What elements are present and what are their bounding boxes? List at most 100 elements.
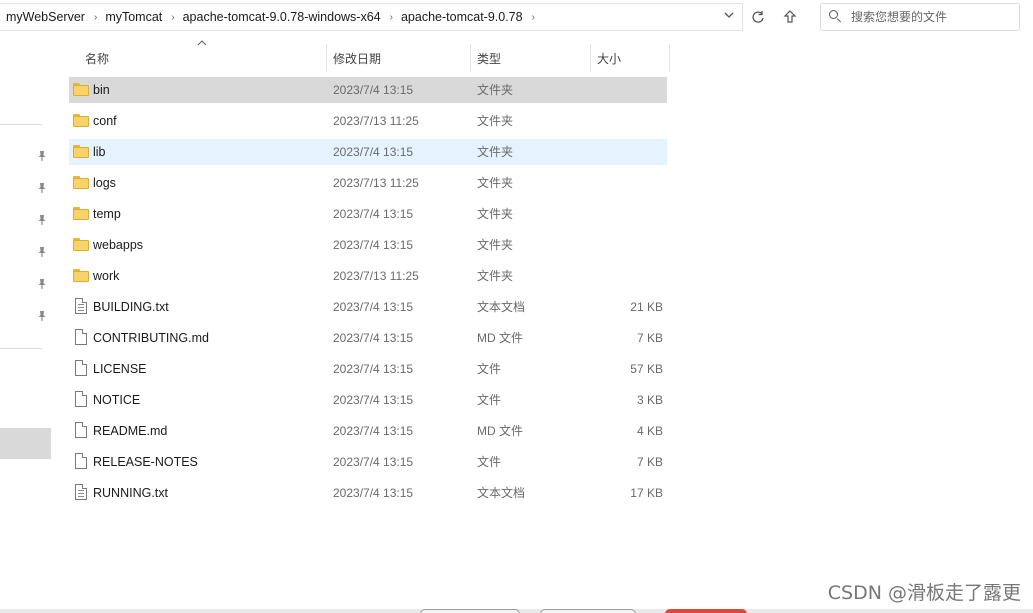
file-name: README.md	[93, 424, 168, 438]
up-arrow-icon[interactable]	[779, 6, 801, 28]
column-divider[interactable]	[590, 44, 591, 72]
file-icon	[75, 422, 87, 438]
file-type: 文件夹	[477, 207, 514, 221]
column-header-date[interactable]: 修改日期	[333, 44, 469, 72]
file-modified-date: 2023/7/4 13:15	[333, 486, 414, 500]
breadcrumb-separator[interactable]: ›	[85, 12, 105, 23]
column-header-type[interactable]: 类型	[477, 44, 589, 72]
watermark: CSDN @滑板走了露更	[827, 582, 1021, 604]
file-row[interactable]: README.md 2023/7/4 13:15 MD 文件 4 KB	[69, 418, 667, 444]
nav-divider	[0, 124, 42, 125]
breadcrumb-mywebserver[interactable]: myWebServer	[0, 4, 85, 30]
file-row[interactable]: conf 2023/7/13 11:25 文件夹	[69, 108, 667, 134]
folder-icon	[73, 83, 89, 96]
taskbar-item[interactable]	[420, 609, 520, 613]
chevron-down-icon[interactable]	[722, 10, 736, 24]
pin-icon[interactable]	[36, 150, 48, 162]
column-header-label: 类型	[477, 51, 502, 66]
file-modified-date: 2023/7/13 11:25	[333, 114, 419, 128]
breadcrumb-apache-tomcat[interactable]: apache-tomcat-9.0.78	[401, 4, 523, 30]
folder-icon	[73, 269, 89, 282]
taskbar-item[interactable]	[540, 609, 636, 613]
nav-divider	[0, 348, 42, 349]
breadcrumb-apache-tomcat-windows[interactable]: apache-tomcat-9.0.78-windows-x64	[183, 4, 381, 30]
column-divider[interactable]	[470, 44, 471, 72]
file-size: 17 KB	[630, 486, 663, 500]
file-size: 3 KB	[636, 393, 663, 407]
column-header-size[interactable]: 大小	[597, 44, 667, 72]
pin-icon[interactable]	[36, 246, 48, 258]
file-icon	[75, 360, 87, 376]
file-name: bin	[93, 83, 110, 97]
file-icon	[75, 391, 87, 407]
file-type: 文件夹	[477, 238, 514, 252]
file-row[interactable]: NOTICE 2023/7/4 13:15 文件 3 KB	[69, 387, 667, 413]
breadcrumb-mytomcat[interactable]: myTomcat	[105, 4, 162, 30]
file-row[interactable]: temp 2023/7/4 13:15 文件夹	[69, 201, 667, 227]
file-row[interactable]: CONTRIBUTING.md 2023/7/4 13:15 MD 文件 7 KB	[69, 325, 667, 351]
file-row[interactable]: RUNNING.txt 2023/7/4 13:15 文本文档 17 KB	[69, 480, 667, 506]
file-type: 文件	[477, 362, 502, 376]
breadcrumb-separator[interactable]: ›	[381, 12, 401, 23]
file-modified-date: 2023/7/4 13:15	[333, 331, 414, 345]
file-size: 21 KB	[630, 300, 663, 314]
folder-icon	[73, 207, 89, 220]
address-bar[interactable]: myWebServer › myTomcat › apache-tomcat-9…	[0, 3, 743, 31]
file-name: RUNNING.txt	[93, 486, 168, 500]
file-modified-date: 2023/7/4 13:15	[333, 207, 414, 221]
column-header-name[interactable]: 名称	[85, 44, 325, 72]
file-type: MD 文件	[477, 331, 523, 345]
file-modified-date: 2023/7/4 13:15	[333, 424, 414, 438]
folder-icon	[73, 114, 89, 127]
file-size: 7 KB	[636, 455, 663, 469]
file-size: 4 KB	[636, 424, 663, 438]
file-row[interactable]: bin 2023/7/4 13:15 文件夹	[69, 77, 667, 103]
breadcrumb-label: apache-tomcat-9.0.78	[400, 10, 523, 24]
search-box[interactable]	[820, 3, 1020, 31]
search-input[interactable]	[851, 10, 1011, 24]
file-name: work	[93, 269, 120, 283]
pin-icon[interactable]	[36, 278, 48, 290]
file-row[interactable]: lib 2023/7/4 13:15 文件夹	[69, 139, 667, 165]
file-type: 文件夹	[477, 114, 514, 128]
file-name: NOTICE	[93, 393, 141, 407]
file-row[interactable]: logs 2023/7/13 11:25 文件夹	[69, 170, 667, 196]
file-modified-date: 2023/7/13 11:25	[333, 269, 419, 283]
search-icon	[829, 10, 843, 24]
file-row[interactable]: work 2023/7/13 11:25 文件夹	[69, 263, 667, 289]
column-divider[interactable]	[669, 44, 670, 72]
file-name: temp	[93, 207, 121, 221]
breadcrumb-separator[interactable]: ›	[162, 12, 182, 23]
refresh-icon[interactable]	[747, 6, 769, 28]
column-divider[interactable]	[326, 44, 327, 72]
file-modified-date: 2023/7/4 13:15	[333, 455, 414, 469]
file-row[interactable]: LICENSE 2023/7/4 13:15 文件 57 KB	[69, 356, 667, 382]
file-name: webapps	[93, 238, 144, 252]
taskbar-item[interactable]	[665, 609, 747, 613]
file-name: LICENSE	[93, 362, 147, 376]
file-icon	[75, 329, 87, 345]
navigation-pane[interactable]	[0, 34, 55, 613]
file-type: 文本文档	[477, 300, 526, 314]
column-header-label: 修改日期	[333, 51, 382, 66]
breadcrumb-separator[interactable]: ›	[523, 12, 543, 23]
folder-icon	[73, 176, 89, 189]
file-row[interactable]: RELEASE-NOTES 2023/7/4 13:15 文件 7 KB	[69, 449, 667, 475]
breadcrumb-label: myWebServer	[6, 10, 85, 24]
file-type: 文件夹	[477, 145, 514, 159]
pin-icon[interactable]	[36, 182, 48, 194]
text-file-icon	[75, 484, 87, 500]
file-type: 文件夹	[477, 269, 514, 283]
pin-icon[interactable]	[36, 214, 48, 226]
file-modified-date: 2023/7/4 13:15	[333, 145, 414, 159]
file-row[interactable]: BUILDING.txt 2023/7/4 13:15 文本文档 21 KB	[69, 294, 667, 320]
file-modified-date: 2023/7/4 13:15	[333, 393, 414, 407]
pin-icon[interactable]	[36, 310, 48, 322]
nav-item-selected[interactable]	[0, 428, 51, 459]
text-file-icon	[75, 298, 87, 314]
file-modified-date: 2023/7/4 13:15	[333, 238, 414, 252]
file-row[interactable]: webapps 2023/7/4 13:15 文件夹	[69, 232, 667, 258]
file-size: 7 KB	[636, 331, 663, 345]
file-type: 文件夹	[477, 176, 514, 190]
file-type: 文件	[477, 393, 502, 407]
